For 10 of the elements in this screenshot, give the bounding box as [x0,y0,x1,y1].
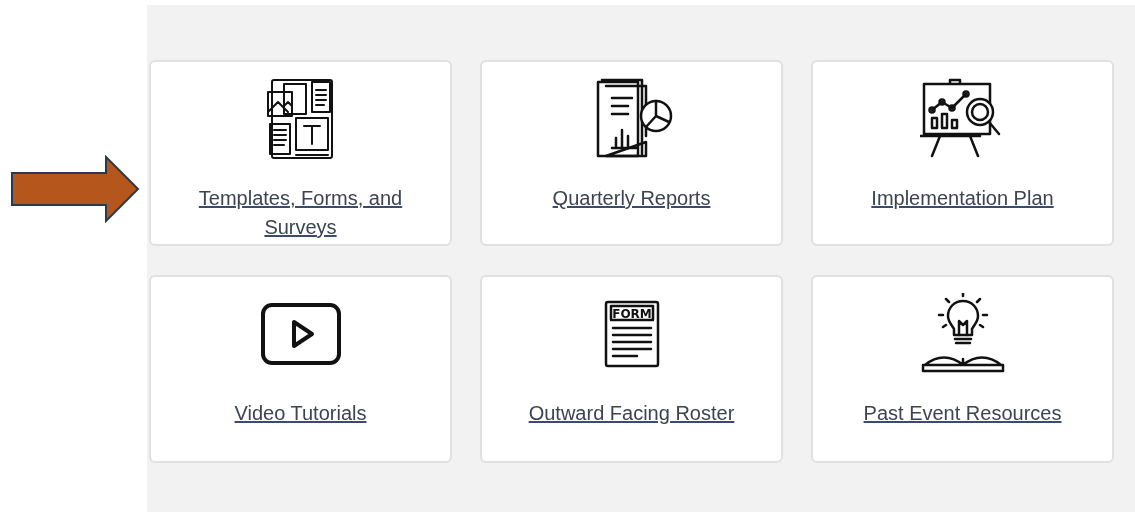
play-button-icon [259,302,342,366]
resource-link[interactable]: Video Tutorials [224,399,377,428]
lightbulb-book-icon [920,293,1005,375]
templates-icon [265,78,336,160]
resource-link[interactable]: Outward Facing Roster [518,399,745,428]
form-document-icon: FORM [603,300,660,368]
resource-link[interactable]: Implementation Plan [861,184,1064,213]
resource-link[interactable]: Quarterly Reports [542,184,721,213]
resource-link[interactable]: Past Event Resources [853,399,1072,428]
resource-link[interactable]: Templates, Forms, and Surveys [167,184,434,242]
